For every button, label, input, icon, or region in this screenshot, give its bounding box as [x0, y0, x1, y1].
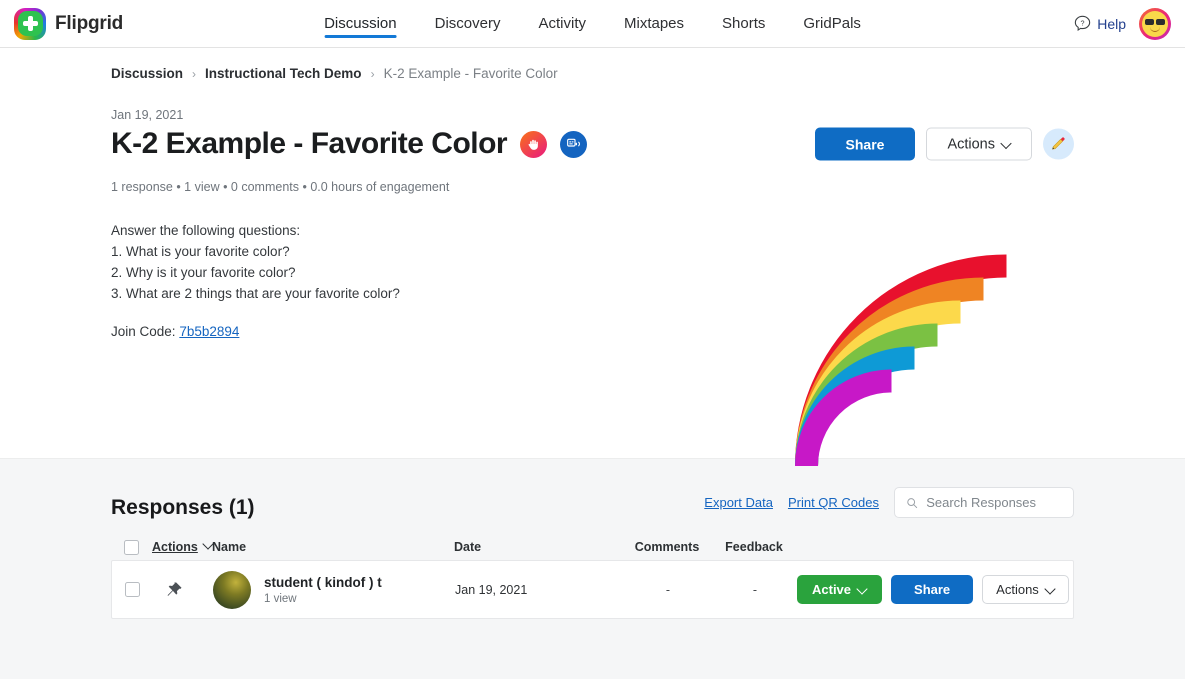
question-bubble-icon: ?	[1075, 15, 1091, 31]
responses-section: Responses (1) Export Data Print QR Codes…	[0, 458, 1185, 679]
table-row[interactable]: student ( kindof ) t 1 view Jan 19, 2021…	[111, 560, 1074, 619]
nav-item-discovery[interactable]: Discovery	[435, 0, 501, 48]
topic-title-row: K-2 Example - Favorite Color Share Actio…	[0, 127, 1185, 161]
page-title: K-2 Example - Favorite Color	[111, 127, 508, 160]
chevron-down-icon	[1002, 140, 1011, 149]
nav-item-mixtapes[interactable]: Mixtapes	[624, 0, 684, 48]
top-navigation-bar: Flipgrid Discussion Discovery Activity M…	[0, 0, 1185, 48]
status-badge-active[interactable]: Active	[797, 575, 883, 604]
column-header-feedback: Feedback	[725, 540, 783, 554]
row-actions-button[interactable]: Actions	[982, 575, 1069, 604]
help-button[interactable]: ? Help	[1074, 15, 1126, 32]
prompt-question-1: 1. What is your favorite color?	[111, 244, 290, 259]
topic-date: Jan 19, 2021	[111, 108, 184, 122]
row-view-count: 1 view	[264, 592, 297, 605]
share-button[interactable]: Share	[814, 127, 916, 161]
sunglasses-emoji-avatar	[1142, 10, 1168, 37]
join-code-line: Join Code: 7b5b2894	[111, 321, 1185, 342]
breadcrumb-discussion[interactable]: Discussion	[111, 66, 183, 81]
prompt-question-2: 2. Why is it your favorite color?	[111, 265, 296, 280]
actions-label: Actions	[947, 136, 995, 152]
actions-dropdown-button[interactable]: Actions	[926, 127, 1032, 161]
breadcrumb-separator-1: ›	[192, 66, 197, 81]
row-student-name: student ( kindof ) t	[264, 574, 382, 590]
flipgrid-logo-icon	[14, 7, 46, 40]
rainbow-image	[795, 251, 1011, 466]
edit-topic-button[interactable]	[1043, 128, 1074, 160]
audio-captions-icon	[560, 130, 588, 158]
export-data-link[interactable]: Export Data	[704, 495, 773, 510]
user-avatar[interactable]	[1139, 7, 1171, 40]
row-feedback: -	[752, 582, 758, 597]
status-label: Active	[812, 582, 852, 597]
bulk-actions-label: Actions	[152, 540, 198, 554]
row-checkbox[interactable]	[125, 582, 140, 597]
row-actions-label: Actions	[996, 582, 1039, 597]
prompt-intro: Answer the following questions:	[111, 223, 301, 238]
topic-stats: 1 response • 1 view • 0 comments • 0.0 h…	[111, 180, 450, 194]
prompt-question-3: 3. What are 2 things that are your favor…	[111, 286, 400, 301]
pin-response-button[interactable]	[153, 581, 195, 598]
nav-item-discussion[interactable]: Discussion	[324, 0, 397, 48]
row-action-buttons: Active Share Actions	[797, 575, 1073, 604]
help-label: Help	[1097, 15, 1126, 32]
column-header-comments: Comments	[634, 540, 700, 554]
row-student-cell: student ( kindof ) t 1 view	[213, 570, 455, 609]
chevron-down-icon	[858, 585, 867, 594]
breadcrumb-current: K-2 Example - Favorite Color	[383, 66, 558, 81]
bulk-actions-dropdown[interactable]: Actions	[152, 540, 198, 554]
pushpin-icon	[167, 582, 182, 596]
search-input[interactable]	[926, 495, 1062, 510]
column-header-name: Name	[212, 540, 247, 554]
brand-logo[interactable]: Flipgrid	[14, 7, 124, 40]
topic-action-buttons: Share Actions	[814, 127, 1074, 161]
pencil-icon	[1052, 137, 1065, 150]
search-responses-box[interactable]	[894, 487, 1074, 518]
breadcrumb-group[interactable]: Instructional Tech Demo	[205, 66, 362, 81]
student-thumbnail[interactable]	[213, 570, 251, 609]
select-all-checkbox[interactable]	[124, 539, 139, 555]
responses-table-header: Actions Name Date Comments Feedback	[111, 534, 1074, 560]
column-header-date: Date	[454, 540, 482, 554]
bulk-actions-cell: Actions	[152, 540, 198, 554]
breadcrumb: Discussion › Instructional Tech Demo › K…	[0, 48, 1185, 81]
row-date: Jan 19, 2021	[455, 582, 528, 597]
join-code-label: Join Code:	[111, 324, 176, 339]
breadcrumb-separator-2: ›	[370, 66, 375, 81]
join-code-link[interactable]: 7b5b2894	[179, 324, 239, 339]
brand-name: Flipgrid	[55, 12, 124, 34]
responses-header: Responses (1) Export Data Print QR Codes	[0, 459, 1185, 520]
nav-item-shorts[interactable]: Shorts	[722, 0, 765, 48]
row-share-button[interactable]: Share	[891, 575, 974, 604]
row-select-cell	[112, 582, 153, 597]
topic-detail-section: Discussion › Instructional Tech Demo › K…	[0, 48, 1185, 466]
svg-text:?: ?	[1081, 19, 1085, 28]
raised-hand-icon	[520, 130, 548, 158]
responses-title: Responses (1)	[111, 496, 255, 519]
select-all-cell	[111, 539, 152, 555]
row-comments: -	[665, 582, 671, 597]
nav-right-group: ? Help	[1074, 7, 1171, 40]
responses-tools: Export Data Print QR Codes	[704, 487, 1074, 520]
chevron-down-icon	[1046, 585, 1055, 594]
search-icon	[907, 497, 918, 508]
main-nav: Discussion Discovery Activity Mixtapes S…	[324, 0, 861, 48]
print-qr-codes-link[interactable]: Print QR Codes	[788, 495, 879, 510]
nav-item-gridpals[interactable]: GridPals	[803, 0, 861, 48]
nav-item-activity[interactable]: Activity	[538, 0, 586, 48]
